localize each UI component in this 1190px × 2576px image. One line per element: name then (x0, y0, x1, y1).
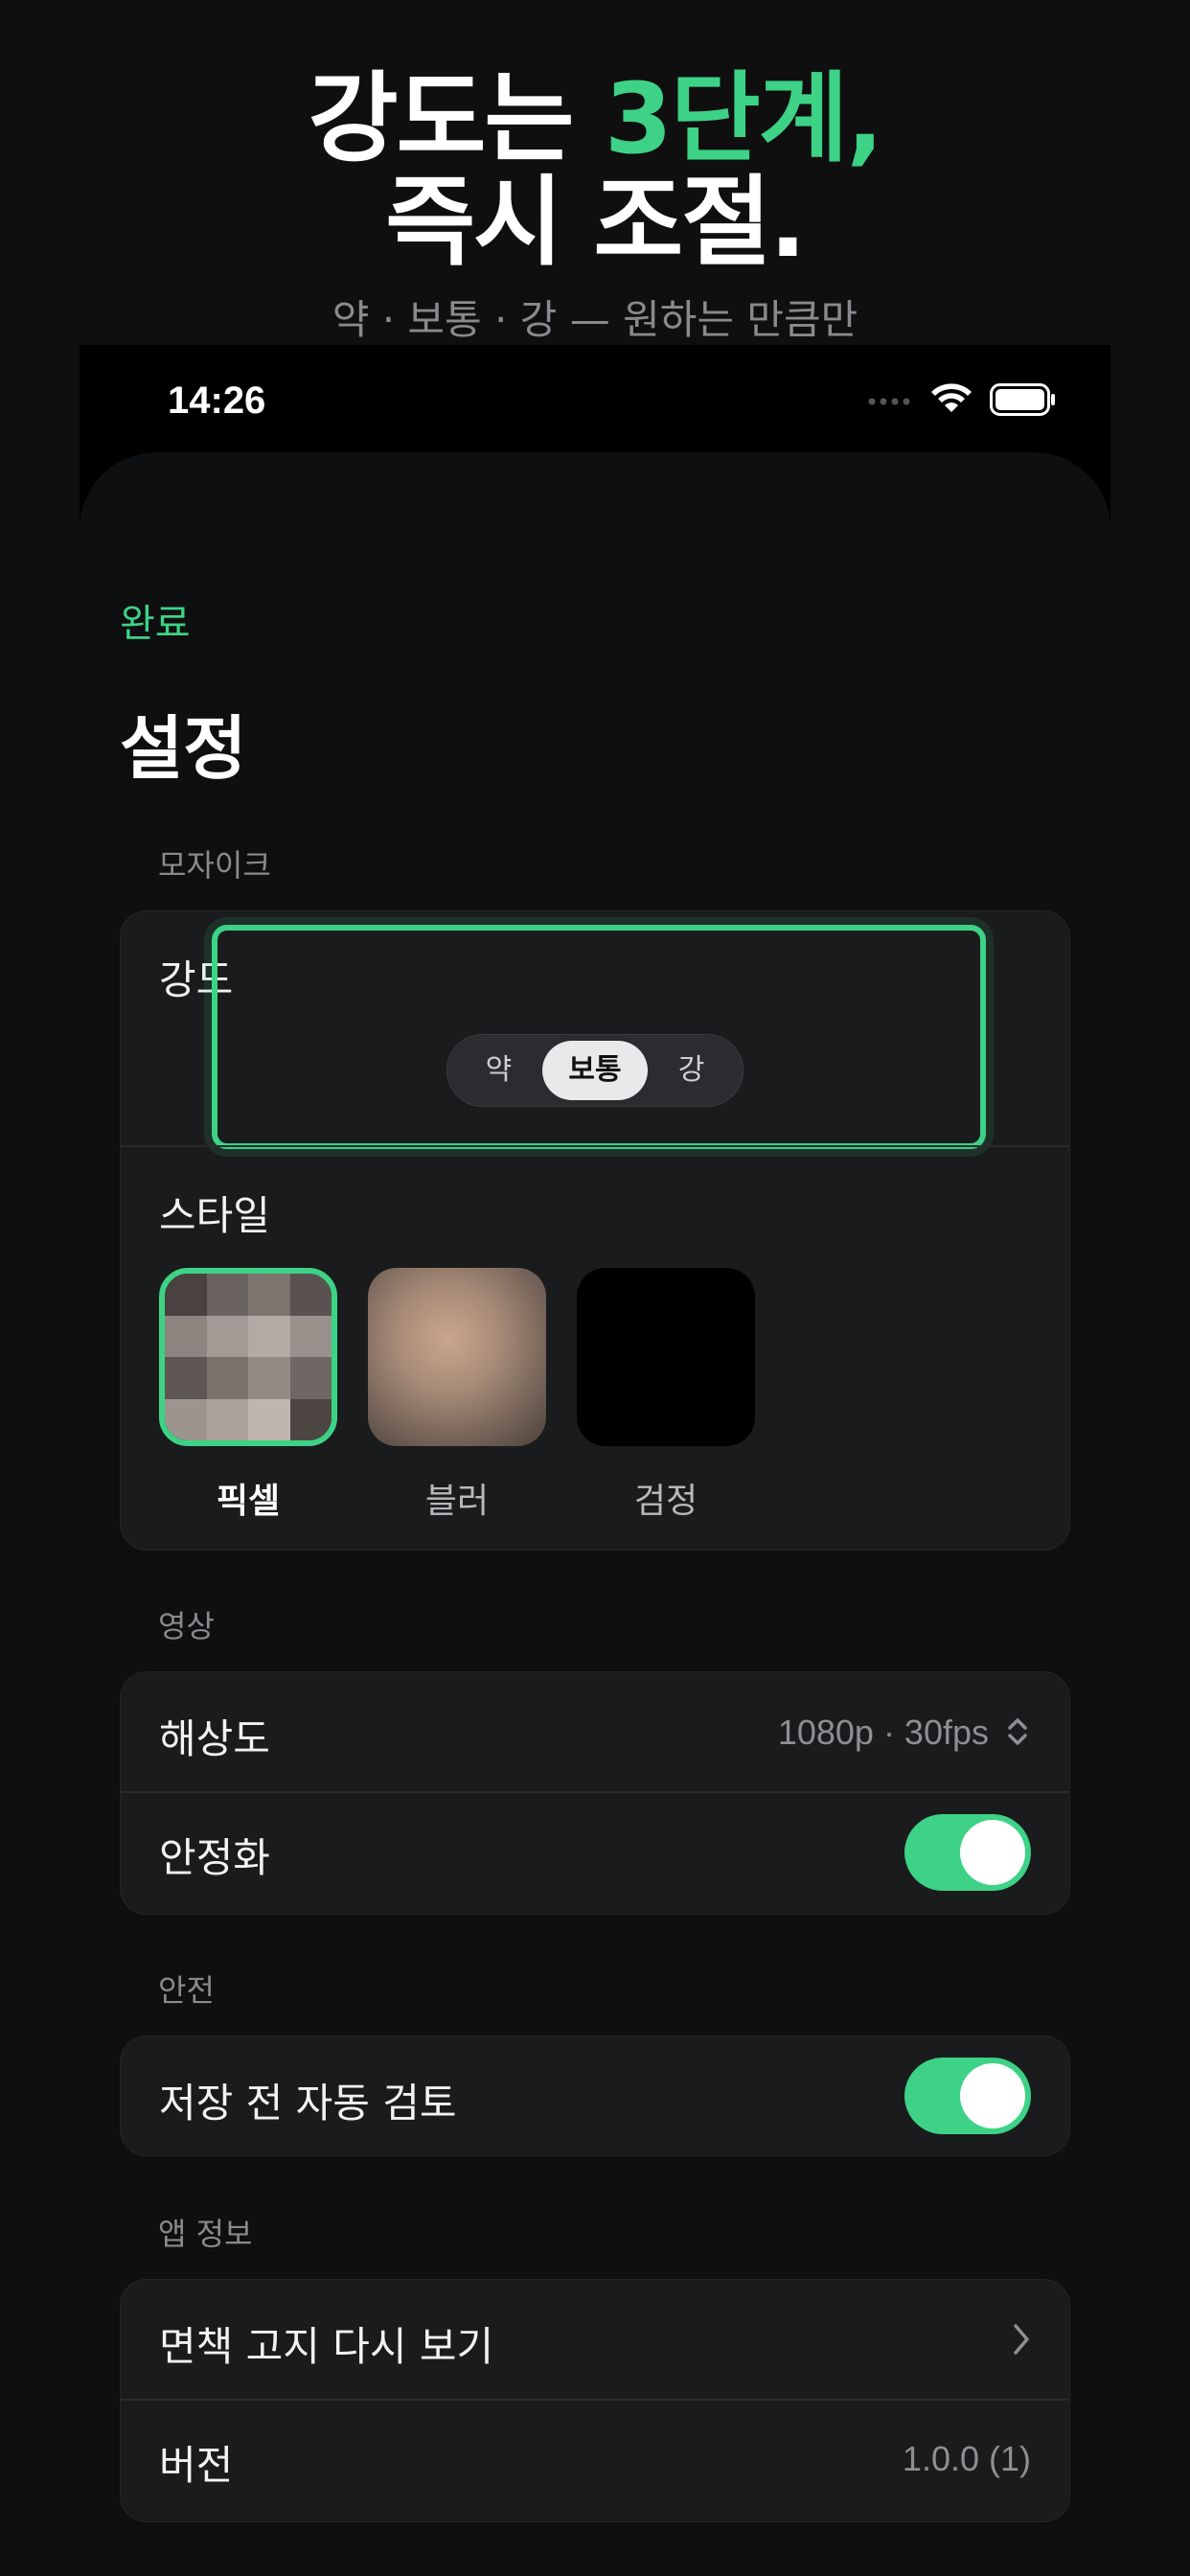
section-header-mosaic: 모자이크 (158, 847, 271, 884)
promo-headline-accent: 3단계, (604, 62, 883, 176)
promo-headline-line2: 즉시 조절. (385, 166, 807, 280)
battery-icon (990, 383, 1057, 420)
video-card: 해상도 1080p · 30fps 안정화 (120, 1671, 1070, 1915)
chevron-updown-icon (1004, 1713, 1031, 1755)
highlight-frame (212, 925, 986, 1149)
done-button[interactable]: 완료 (120, 592, 191, 648)
promo-headline-line1: 강도는 3단계, (0, 69, 1190, 171)
style-label: 스타일 (159, 1192, 270, 1239)
cellular-signal-icon (867, 393, 913, 411)
style-option-pixel[interactable] (159, 1268, 337, 1446)
resolution-row[interactable]: 해상도 1080p · 30fps (121, 1672, 1069, 1791)
safety-card: 저장 전 자동 검토 (120, 2036, 1070, 2156)
section-header-safety: 안전 (158, 1972, 215, 2009)
version-value: 1.0.0 (1) (902, 2439, 1031, 2478)
toggle-knob (960, 2063, 1025, 2128)
toggle-knob (960, 1820, 1025, 1885)
phone-screen: 14:26 완료 설정 모자이크 강도 약 보통 강 스타일 픽셀 블러 검정 … (80, 345, 1110, 2576)
style-option-black-label: 검정 (633, 1482, 698, 1521)
divider (121, 2399, 1069, 2401)
section-header-video: 영상 (158, 1608, 215, 1644)
disclaimer-row[interactable]: 면책 고지 다시 보기 (121, 2280, 1069, 2399)
wifi-icon (930, 383, 973, 420)
disclaimer-label: 면책 고지 다시 보기 (159, 2323, 494, 2370)
chevron-right-icon (1012, 2322, 1031, 2360)
page-title: 설정 (120, 708, 247, 789)
style-option-pixel-label: 픽셀 (216, 1482, 281, 1521)
style-option-blur[interactable] (368, 1268, 546, 1446)
app-info-card: 면책 고지 다시 보기 버전 1.0.0 (1) (120, 2279, 1070, 2522)
status-icons (867, 383, 1057, 420)
promo-subheadline: 약 · 보통 · 강 — 원하는 만큼만 (332, 296, 858, 343)
section-header-app-info: 앱 정보 (158, 2216, 253, 2252)
mosaic-card: 강도 약 보통 강 스타일 픽셀 블러 검정 (120, 910, 1070, 1551)
style-option-blur-label: 블러 (424, 1482, 490, 1521)
promo-headline-part1: 강도는 (308, 62, 605, 176)
stabilization-label: 안정화 (159, 1834, 270, 1881)
divider (121, 1145, 1069, 1147)
resolution-label: 해상도 (159, 1715, 270, 1762)
status-time: 14:26 (168, 380, 266, 422)
version-label: 버전 (159, 2442, 234, 2489)
style-option-black[interactable] (577, 1268, 755, 1446)
divider (121, 1791, 1069, 1793)
stabilization-toggle[interactable] (904, 1814, 1031, 1891)
resolution-value: 1080p · 30fps (777, 1713, 989, 1752)
settings-sheet: 완료 설정 모자이크 강도 약 보통 강 스타일 픽셀 블러 검정 영상 해상도… (80, 452, 1110, 2576)
auto-review-label: 저장 전 자동 검토 (159, 2080, 457, 2127)
auto-review-toggle[interactable] (904, 2058, 1031, 2134)
